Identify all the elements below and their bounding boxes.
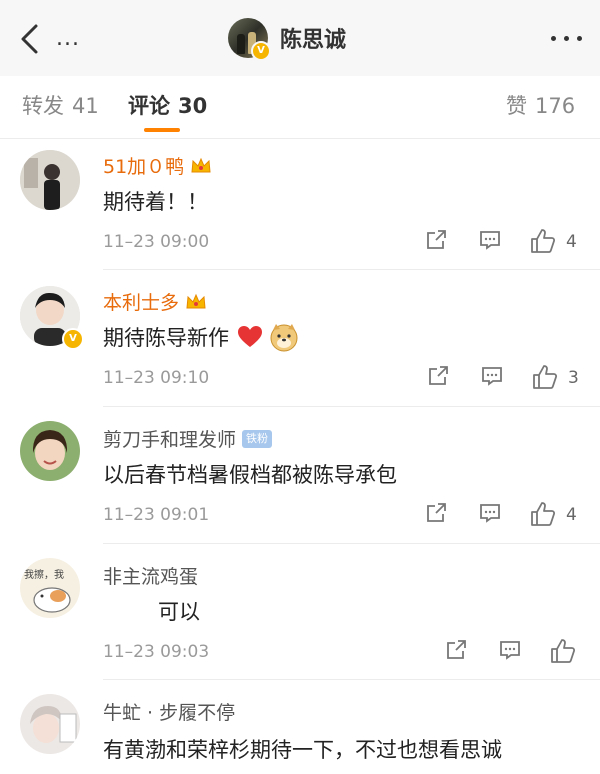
comment-text: 可以 bbox=[158, 600, 200, 624]
like-count: 3 bbox=[568, 368, 579, 388]
comment-item: V 本利士多 期待陈导新作 11–23 09:10 3 bbox=[0, 270, 600, 407]
comment-time: 11–23 09:10 bbox=[103, 368, 210, 388]
tab-likes[interactable]: 赞 176 bbox=[506, 90, 575, 120]
share-icon[interactable] bbox=[424, 228, 448, 252]
comment-text: 期待着！！ bbox=[103, 190, 208, 214]
tab-count: 41 bbox=[72, 94, 99, 118]
like-icon[interactable] bbox=[530, 228, 556, 254]
tab-label: 转发 bbox=[22, 94, 64, 118]
like-icon[interactable] bbox=[530, 501, 556, 527]
more-horizontal-icon[interactable] bbox=[551, 36, 582, 41]
verified-badge-icon: V bbox=[62, 328, 84, 350]
share-icon[interactable] bbox=[424, 501, 448, 525]
username[interactable]: 剪刀手和理发师 铁粉 bbox=[103, 425, 273, 452]
like-count: 4 bbox=[566, 505, 577, 525]
tab-reposts[interactable]: 转发 41 bbox=[22, 90, 99, 120]
comment-icon[interactable] bbox=[498, 638, 522, 662]
username[interactable]: 牛虻 · 步履不停 bbox=[103, 698, 235, 725]
comment-text-content: 期待陈导新作 bbox=[103, 326, 229, 350]
share-icon[interactable] bbox=[444, 638, 468, 662]
active-tab-indicator bbox=[144, 128, 180, 132]
username-text: 剪刀手和理发师 bbox=[103, 429, 237, 451]
avatar[interactable] bbox=[20, 150, 80, 210]
comment-actions: 4 bbox=[420, 501, 590, 531]
comment-time: 11–23 09:03 bbox=[103, 642, 210, 662]
chevron-left-icon[interactable] bbox=[16, 22, 46, 56]
profile-title-area[interactable]: V 陈思诚 bbox=[228, 18, 347, 61]
fan-badge: 铁粉 bbox=[242, 429, 273, 448]
comment-text: 期待陈导新作 bbox=[103, 322, 299, 352]
like-icon[interactable] bbox=[532, 364, 558, 390]
comment-time: 11–23 09:00 bbox=[103, 232, 210, 252]
like-icon[interactable] bbox=[550, 638, 576, 664]
tab-label: 评论 bbox=[128, 94, 170, 118]
avatar[interactable] bbox=[20, 694, 80, 754]
doge-emoji-icon bbox=[270, 324, 298, 352]
username-text: 本利士多 bbox=[103, 292, 180, 314]
tab-count: 176 bbox=[535, 94, 576, 118]
menu-dots-text[interactable]: ... bbox=[56, 26, 80, 51]
username-text: 牛虻 · 步履不停 bbox=[103, 702, 236, 724]
tab-count: 30 bbox=[178, 94, 208, 118]
heart-emoji-icon bbox=[238, 326, 262, 347]
comment-item: 51加０鸭 期待着！！ 11–23 09:00 4 bbox=[0, 138, 600, 270]
comment-item: 剪刀手和理发师 铁粉 以后春节档暑假档都被陈导承包 11–23 09:01 4 bbox=[0, 407, 600, 544]
username[interactable]: 51加０鸭 bbox=[103, 152, 212, 179]
avatar[interactable] bbox=[20, 421, 80, 481]
comment-item: 我擦，我 非主流鸡蛋 可以 11–23 09:03 bbox=[0, 544, 600, 680]
header-avatar[interactable]: V bbox=[228, 18, 271, 61]
avatar-caption: 我擦，我 bbox=[24, 570, 64, 581]
page-title: 陈思诚 bbox=[280, 28, 347, 53]
comment-text: 以后春节档暑假档都被陈导承包 bbox=[103, 463, 397, 487]
comment-actions: 4 bbox=[420, 228, 590, 258]
tab-label: 赞 bbox=[506, 94, 527, 118]
username-text: 51加０鸭 bbox=[103, 156, 185, 178]
username[interactable]: 本利士多 bbox=[103, 288, 207, 315]
tab-bar: 转发 41 评论 30 赞 176 bbox=[0, 76, 600, 139]
comment-text: 有黄渤和荣梓杉期待一下，不过也想看思诚 bbox=[103, 738, 502, 762]
comment-item: 牛虻 · 步履不停 有黄渤和荣梓杉期待一下，不过也想看思诚 bbox=[0, 680, 600, 774]
username[interactable]: 非主流鸡蛋 bbox=[103, 562, 198, 589]
comment-icon[interactable] bbox=[478, 501, 502, 525]
like-count: 4 bbox=[566, 232, 577, 252]
comment-time: 11–23 09:01 bbox=[103, 505, 210, 525]
comment-actions: 3 bbox=[420, 364, 590, 394]
share-icon[interactable] bbox=[426, 364, 450, 388]
crown-icon bbox=[186, 293, 206, 308]
tab-comments[interactable]: 评论 30 bbox=[128, 90, 207, 120]
comment-actions bbox=[440, 638, 600, 668]
comment-icon[interactable] bbox=[480, 364, 504, 388]
avatar[interactable]: 我擦，我 bbox=[20, 558, 80, 618]
comment-icon[interactable] bbox=[478, 228, 502, 252]
verified-badge-icon: V bbox=[251, 41, 271, 61]
crown-icon bbox=[191, 157, 211, 172]
username-text: 非主流鸡蛋 bbox=[103, 566, 199, 588]
top-nav-bar: ... V 陈思诚 bbox=[0, 0, 600, 76]
